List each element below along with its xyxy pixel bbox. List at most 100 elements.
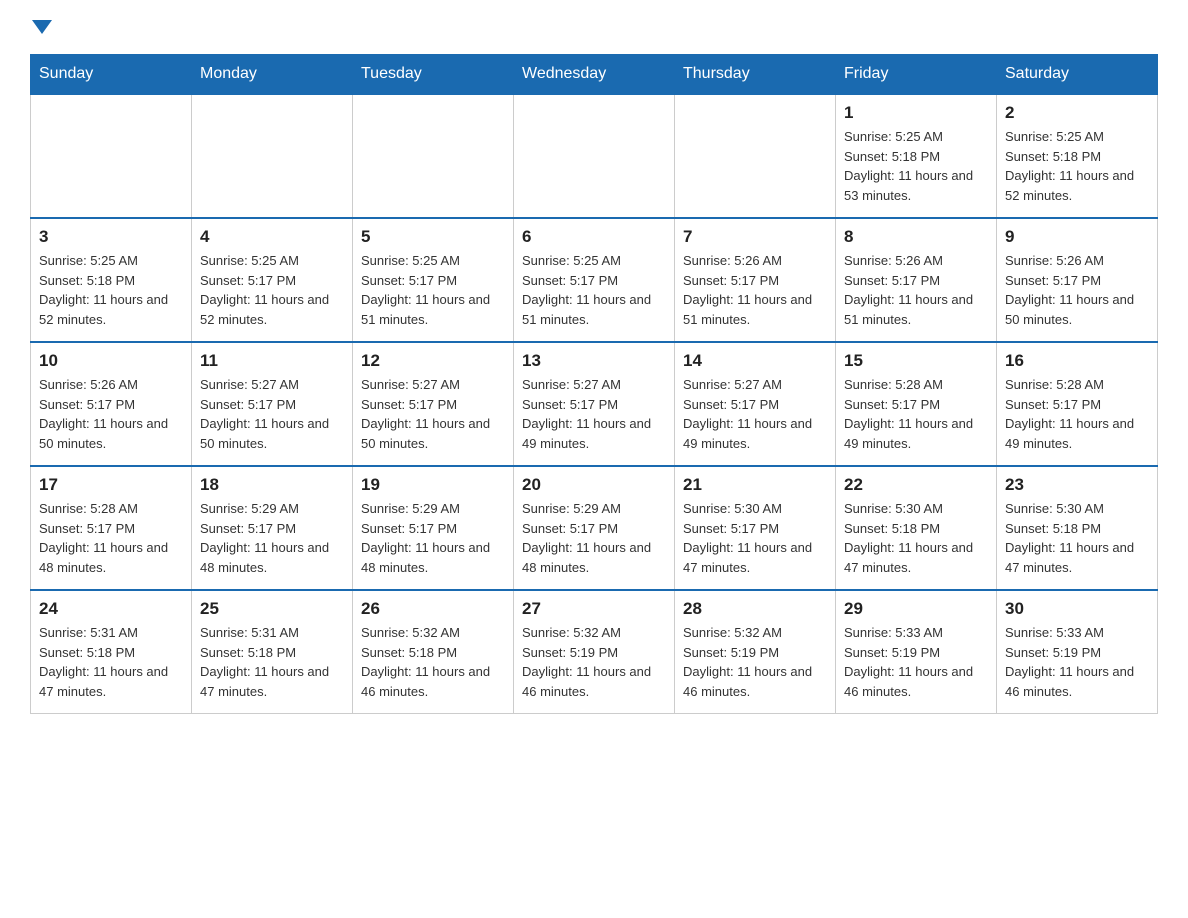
day-info: Sunrise: 5:26 AMSunset: 5:17 PMDaylight:… [1005, 251, 1149, 329]
day-info: Sunrise: 5:29 AMSunset: 5:17 PMDaylight:… [361, 499, 505, 577]
calendar-cell: 24 Sunrise: 5:31 AMSunset: 5:18 PMDayligh… [31, 590, 192, 714]
day-info: Sunrise: 5:25 AMSunset: 5:17 PMDaylight:… [200, 251, 344, 329]
calendar-cell [192, 94, 353, 218]
day-info: Sunrise: 5:25 AMSunset: 5:17 PMDaylight:… [361, 251, 505, 329]
day-number: 7 [683, 227, 827, 247]
day-info: Sunrise: 5:32 AMSunset: 5:19 PMDaylight:… [683, 623, 827, 701]
logo-triangle-icon [32, 20, 52, 34]
calendar-cell: 5 Sunrise: 5:25 AMSunset: 5:17 PMDaylight… [353, 218, 514, 342]
calendar-week-row: 24 Sunrise: 5:31 AMSunset: 5:18 PMDayligh… [31, 590, 1158, 714]
calendar-week-row: 10 Sunrise: 5:26 AMSunset: 5:17 PMDayligh… [31, 342, 1158, 466]
day-of-week-header: Thursday [675, 55, 836, 95]
calendar-cell: 2 Sunrise: 5:25 AMSunset: 5:18 PMDaylight… [997, 94, 1158, 218]
day-number: 21 [683, 475, 827, 495]
day-info: Sunrise: 5:32 AMSunset: 5:19 PMDaylight:… [522, 623, 666, 701]
calendar-cell: 21 Sunrise: 5:30 AMSunset: 5:17 PMDayligh… [675, 466, 836, 590]
day-number: 4 [200, 227, 344, 247]
day-info: Sunrise: 5:29 AMSunset: 5:17 PMDaylight:… [522, 499, 666, 577]
calendar-cell: 18 Sunrise: 5:29 AMSunset: 5:17 PMDayligh… [192, 466, 353, 590]
day-info: Sunrise: 5:30 AMSunset: 5:17 PMDaylight:… [683, 499, 827, 577]
day-info: Sunrise: 5:27 AMSunset: 5:17 PMDaylight:… [522, 375, 666, 453]
day-info: Sunrise: 5:27 AMSunset: 5:17 PMDaylight:… [683, 375, 827, 453]
day-info: Sunrise: 5:26 AMSunset: 5:17 PMDaylight:… [844, 251, 988, 329]
day-number: 25 [200, 599, 344, 619]
calendar-cell: 19 Sunrise: 5:29 AMSunset: 5:17 PMDayligh… [353, 466, 514, 590]
calendar-cell: 25 Sunrise: 5:31 AMSunset: 5:18 PMDayligh… [192, 590, 353, 714]
day-number: 15 [844, 351, 988, 371]
day-number: 2 [1005, 103, 1149, 123]
calendar-cell: 14 Sunrise: 5:27 AMSunset: 5:17 PMDayligh… [675, 342, 836, 466]
calendar-cell: 8Sunrise: 5:26 AMSunset: 5:17 PMDaylight… [836, 218, 997, 342]
day-info: Sunrise: 5:29 AMSunset: 5:17 PMDaylight:… [200, 499, 344, 577]
day-number: 23 [1005, 475, 1149, 495]
calendar-week-row: 3 Sunrise: 5:25 AMSunset: 5:18 PMDaylight… [31, 218, 1158, 342]
calendar-header-row: SundayMondayTuesdayWednesdayThursdayFrid… [31, 55, 1158, 95]
day-of-week-header: Saturday [997, 55, 1158, 95]
day-number: 24 [39, 599, 183, 619]
day-info: Sunrise: 5:26 AMSunset: 5:17 PMDaylight:… [683, 251, 827, 329]
page-header [30, 20, 1158, 34]
calendar-cell: 9Sunrise: 5:26 AMSunset: 5:17 PMDaylight… [997, 218, 1158, 342]
day-number: 27 [522, 599, 666, 619]
day-info: Sunrise: 5:25 AMSunset: 5:17 PMDaylight:… [522, 251, 666, 329]
day-number: 30 [1005, 599, 1149, 619]
calendar-cell: 16 Sunrise: 5:28 AMSunset: 5:17 PMDayligh… [997, 342, 1158, 466]
calendar-cell [31, 94, 192, 218]
calendar-week-row: 17 Sunrise: 5:28 AMSunset: 5:17 PMDayligh… [31, 466, 1158, 590]
day-of-week-header: Friday [836, 55, 997, 95]
day-number: 17 [39, 475, 183, 495]
calendar-cell: 29Sunrise: 5:33 AMSunset: 5:19 PMDayligh… [836, 590, 997, 714]
calendar-cell: 28Sunrise: 5:32 AMSunset: 5:19 PMDayligh… [675, 590, 836, 714]
day-info: Sunrise: 5:27 AMSunset: 5:17 PMDaylight:… [200, 375, 344, 453]
calendar-cell: 30 Sunrise: 5:33 AMSunset: 5:19 PMDayligh… [997, 590, 1158, 714]
day-info: Sunrise: 5:33 AMSunset: 5:19 PMDaylight:… [844, 623, 988, 701]
calendar-cell: 15 Sunrise: 5:28 AMSunset: 5:17 PMDayligh… [836, 342, 997, 466]
calendar-cell: 23 Sunrise: 5:30 AMSunset: 5:18 PMDayligh… [997, 466, 1158, 590]
day-info: Sunrise: 5:25 AMSunset: 5:18 PMDaylight:… [1005, 127, 1149, 205]
logo [30, 20, 52, 34]
day-number: 3 [39, 227, 183, 247]
calendar-cell: 11Sunrise: 5:27 AMSunset: 5:17 PMDayligh… [192, 342, 353, 466]
day-number: 10 [39, 351, 183, 371]
day-info: Sunrise: 5:27 AMSunset: 5:17 PMDaylight:… [361, 375, 505, 453]
day-of-week-header: Tuesday [353, 55, 514, 95]
calendar-cell [514, 94, 675, 218]
day-info: Sunrise: 5:30 AMSunset: 5:18 PMDaylight:… [1005, 499, 1149, 577]
calendar-cell: 27 Sunrise: 5:32 AMSunset: 5:19 PMDayligh… [514, 590, 675, 714]
day-number: 16 [1005, 351, 1149, 371]
calendar-week-row: 1 Sunrise: 5:25 AMSunset: 5:18 PMDaylight… [31, 94, 1158, 218]
day-info: Sunrise: 5:31 AMSunset: 5:18 PMDaylight:… [39, 623, 183, 701]
calendar-cell: 26 Sunrise: 5:32 AMSunset: 5:18 PMDayligh… [353, 590, 514, 714]
calendar-cell: 17 Sunrise: 5:28 AMSunset: 5:17 PMDayligh… [31, 466, 192, 590]
day-info: Sunrise: 5:28 AMSunset: 5:17 PMDaylight:… [1005, 375, 1149, 453]
calendar-cell: 22 Sunrise: 5:30 AMSunset: 5:18 PMDayligh… [836, 466, 997, 590]
calendar-cell: 1 Sunrise: 5:25 AMSunset: 5:18 PMDaylight… [836, 94, 997, 218]
calendar-cell: 12Sunrise: 5:27 AMSunset: 5:17 PMDayligh… [353, 342, 514, 466]
day-info: Sunrise: 5:26 AMSunset: 5:17 PMDaylight:… [39, 375, 183, 453]
day-number: 18 [200, 475, 344, 495]
day-info: Sunrise: 5:31 AMSunset: 5:18 PMDaylight:… [200, 623, 344, 701]
calendar-cell: 6Sunrise: 5:25 AMSunset: 5:17 PMDaylight… [514, 218, 675, 342]
day-info: Sunrise: 5:33 AMSunset: 5:19 PMDaylight:… [1005, 623, 1149, 701]
day-info: Sunrise: 5:25 AMSunset: 5:18 PMDaylight:… [39, 251, 183, 329]
calendar-cell: 7 Sunrise: 5:26 AMSunset: 5:17 PMDaylight… [675, 218, 836, 342]
day-number: 20 [522, 475, 666, 495]
day-number: 22 [844, 475, 988, 495]
calendar-cell [353, 94, 514, 218]
day-info: Sunrise: 5:30 AMSunset: 5:18 PMDaylight:… [844, 499, 988, 577]
calendar-cell: 20 Sunrise: 5:29 AMSunset: 5:17 PMDayligh… [514, 466, 675, 590]
day-number: 13 [522, 351, 666, 371]
day-number: 14 [683, 351, 827, 371]
day-info: Sunrise: 5:28 AMSunset: 5:17 PMDaylight:… [844, 375, 988, 453]
calendar-cell: 13 Sunrise: 5:27 AMSunset: 5:17 PMDayligh… [514, 342, 675, 466]
day-info: Sunrise: 5:25 AMSunset: 5:18 PMDaylight:… [844, 127, 988, 205]
day-number: 19 [361, 475, 505, 495]
calendar-cell: 4 Sunrise: 5:25 AMSunset: 5:17 PMDaylight… [192, 218, 353, 342]
calendar-cell: 10 Sunrise: 5:26 AMSunset: 5:17 PMDayligh… [31, 342, 192, 466]
calendar-table: SundayMondayTuesdayWednesdayThursdayFrid… [30, 54, 1158, 714]
day-info: Sunrise: 5:32 AMSunset: 5:18 PMDaylight:… [361, 623, 505, 701]
day-info: Sunrise: 5:28 AMSunset: 5:17 PMDaylight:… [39, 499, 183, 577]
day-number: 5 [361, 227, 505, 247]
day-number: 1 [844, 103, 988, 123]
day-number: 26 [361, 599, 505, 619]
